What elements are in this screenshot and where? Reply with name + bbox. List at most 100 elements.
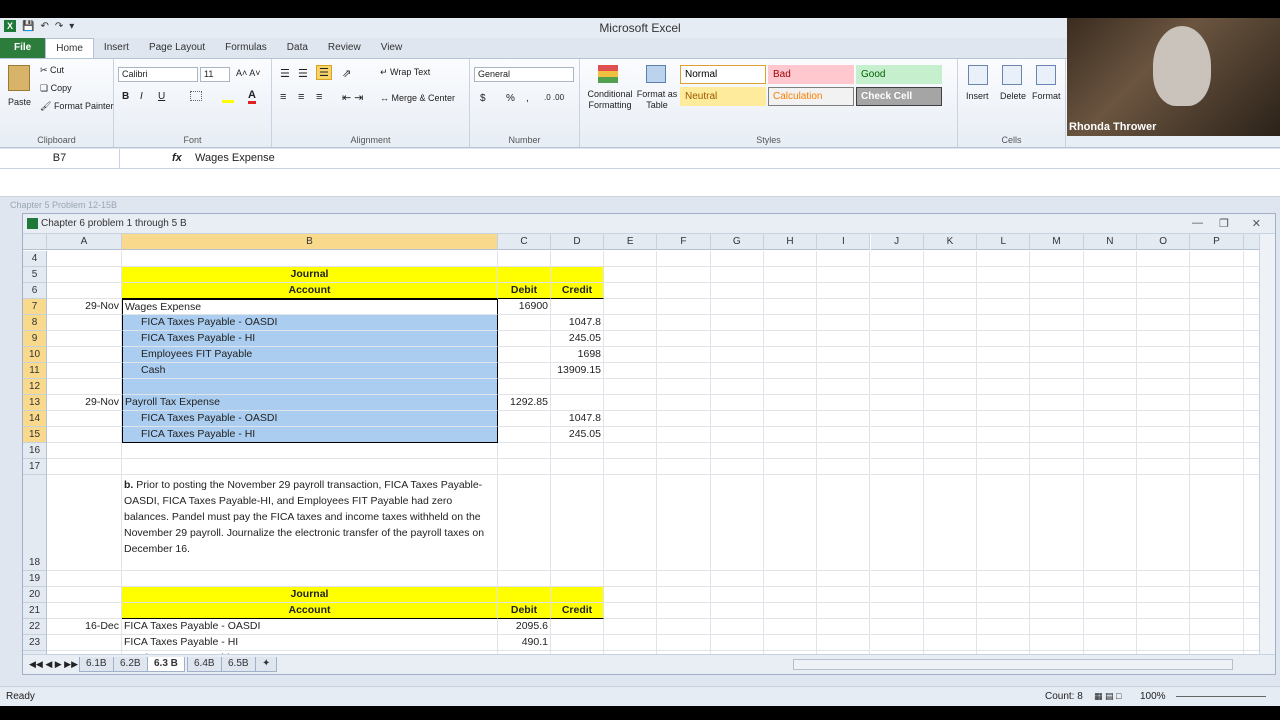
cell-m20[interactable] — [1030, 587, 1084, 603]
cell-o4[interactable] — [1137, 251, 1191, 267]
cell-style-check-cell[interactable]: Check Cell — [856, 87, 942, 106]
cell-n18[interactable] — [1083, 475, 1137, 571]
cell-i19[interactable] — [817, 571, 871, 587]
align-top-icon[interactable]: ☰ — [280, 67, 290, 80]
cell-b9[interactable]: FICA Taxes Payable - HI — [122, 331, 498, 347]
cell-h9[interactable] — [763, 331, 818, 347]
formula-input[interactable]: Wages Expense — [195, 152, 275, 164]
tab-view[interactable]: View — [371, 38, 413, 58]
grow-font-icon[interactable]: A˄ A˅ — [236, 68, 261, 78]
sheet-tab-64b[interactable]: 6.4B — [187, 657, 222, 672]
cell-q21[interactable] — [1243, 603, 1259, 619]
vertical-scrollbar[interactable] — [1259, 234, 1275, 654]
cell-q6[interactable] — [1243, 283, 1259, 299]
cell-f13[interactable] — [657, 395, 711, 411]
cell-q22[interactable] — [1243, 619, 1259, 635]
cell-m17[interactable] — [1030, 459, 1084, 475]
cell-q7[interactable] — [1243, 299, 1259, 315]
cell-c13[interactable]: 1292.85 — [498, 395, 551, 411]
cell-h20[interactable] — [763, 587, 818, 603]
cell-q14[interactable] — [1243, 411, 1259, 427]
cell-i13[interactable] — [817, 395, 871, 411]
cell-f16[interactable] — [657, 443, 711, 459]
cell-p8[interactable] — [1190, 315, 1244, 331]
cell-b16[interactable] — [122, 443, 498, 459]
cell-k16[interactable] — [923, 443, 978, 459]
cell-p17[interactable] — [1190, 459, 1244, 475]
cell-c10[interactable] — [498, 347, 551, 363]
cell-f19[interactable] — [657, 571, 711, 587]
cell-d5[interactable] — [551, 267, 604, 283]
cell-g18[interactable] — [710, 475, 764, 571]
cell-l15[interactable] — [977, 427, 1031, 443]
row-header-8[interactable]: 8 — [23, 315, 47, 331]
cell-k10[interactable] — [923, 347, 978, 363]
cell-b11[interactable]: Cash — [122, 363, 498, 379]
cell-i12[interactable] — [817, 379, 871, 395]
row-header-4[interactable]: 4 — [23, 251, 47, 267]
cell-e23[interactable] — [604, 635, 658, 651]
cell-n7[interactable] — [1083, 299, 1137, 315]
cell-style-normal[interactable]: Normal — [680, 65, 766, 84]
cell-n11[interactable] — [1083, 363, 1137, 379]
cell-n15[interactable] — [1083, 427, 1137, 443]
cell-i22[interactable] — [817, 619, 871, 635]
cell-d7[interactable] — [551, 299, 604, 315]
cell-g6[interactable] — [710, 283, 764, 299]
row-header-23[interactable]: 23 — [23, 635, 47, 651]
cell-e15[interactable] — [604, 427, 658, 443]
cell-b15[interactable]: FICA Taxes Payable - HI — [122, 427, 498, 443]
cell-j14[interactable] — [870, 411, 924, 427]
column-header-a[interactable]: A — [47, 234, 122, 250]
cell-q10[interactable] — [1243, 347, 1259, 363]
cell-n14[interactable] — [1083, 411, 1137, 427]
cell-c22[interactable]: 2095.6 — [498, 619, 551, 635]
column-header-l[interactable]: L — [977, 234, 1031, 250]
cell-l21[interactable] — [977, 603, 1031, 619]
cell-h18[interactable] — [763, 475, 818, 571]
bold-button[interactable]: B — [122, 91, 129, 102]
cell-o19[interactable] — [1137, 571, 1191, 587]
cell-q5[interactable] — [1243, 267, 1259, 283]
cell-m7[interactable] — [1030, 299, 1084, 315]
cell-g17[interactable] — [710, 459, 764, 475]
cell-i7[interactable] — [817, 299, 871, 315]
cell-a12[interactable] — [47, 379, 122, 395]
cell-e9[interactable] — [604, 331, 658, 347]
row-header-6[interactable]: 6 — [23, 283, 47, 299]
cell-d4[interactable] — [551, 251, 604, 267]
cell-m13[interactable] — [1030, 395, 1084, 411]
cell-c18[interactable] — [498, 475, 551, 571]
comma-button[interactable]: , — [526, 93, 529, 104]
column-header-g[interactable]: G — [710, 234, 764, 250]
cell-d18[interactable] — [551, 475, 604, 571]
cell-n17[interactable] — [1083, 459, 1137, 475]
cell-d13[interactable] — [551, 395, 604, 411]
cell-c14[interactable] — [498, 411, 551, 427]
cell-h15[interactable] — [763, 427, 818, 443]
cell-b5[interactable]: Journal — [122, 267, 498, 283]
cell-g11[interactable] — [710, 363, 764, 379]
cell-f4[interactable] — [657, 251, 711, 267]
cell-o16[interactable] — [1137, 443, 1191, 459]
column-header-q[interactable]: Q — [1243, 234, 1259, 250]
cell-q18[interactable] — [1243, 475, 1259, 571]
cell-k4[interactable] — [923, 251, 978, 267]
cell-m10[interactable] — [1030, 347, 1084, 363]
cell-a21[interactable] — [47, 603, 122, 619]
cell-l17[interactable] — [977, 459, 1031, 475]
cell-k15[interactable] — [923, 427, 978, 443]
cell-e12[interactable] — [604, 379, 658, 395]
cell-j19[interactable] — [870, 571, 924, 587]
cell-k20[interactable] — [923, 587, 978, 603]
cell-l19[interactable] — [977, 571, 1031, 587]
underline-button[interactable]: U — [158, 91, 165, 102]
cell-style-good[interactable]: Good — [856, 65, 942, 84]
insert-function-icon[interactable]: fx — [172, 152, 182, 164]
cell-a19[interactable] — [47, 571, 122, 587]
cell-a16[interactable] — [47, 443, 122, 459]
cell-b13[interactable]: Payroll Tax Expense — [122, 395, 498, 411]
column-header-j[interactable]: J — [870, 234, 924, 250]
cell-e5[interactable] — [604, 267, 658, 283]
cell-o15[interactable] — [1137, 427, 1191, 443]
